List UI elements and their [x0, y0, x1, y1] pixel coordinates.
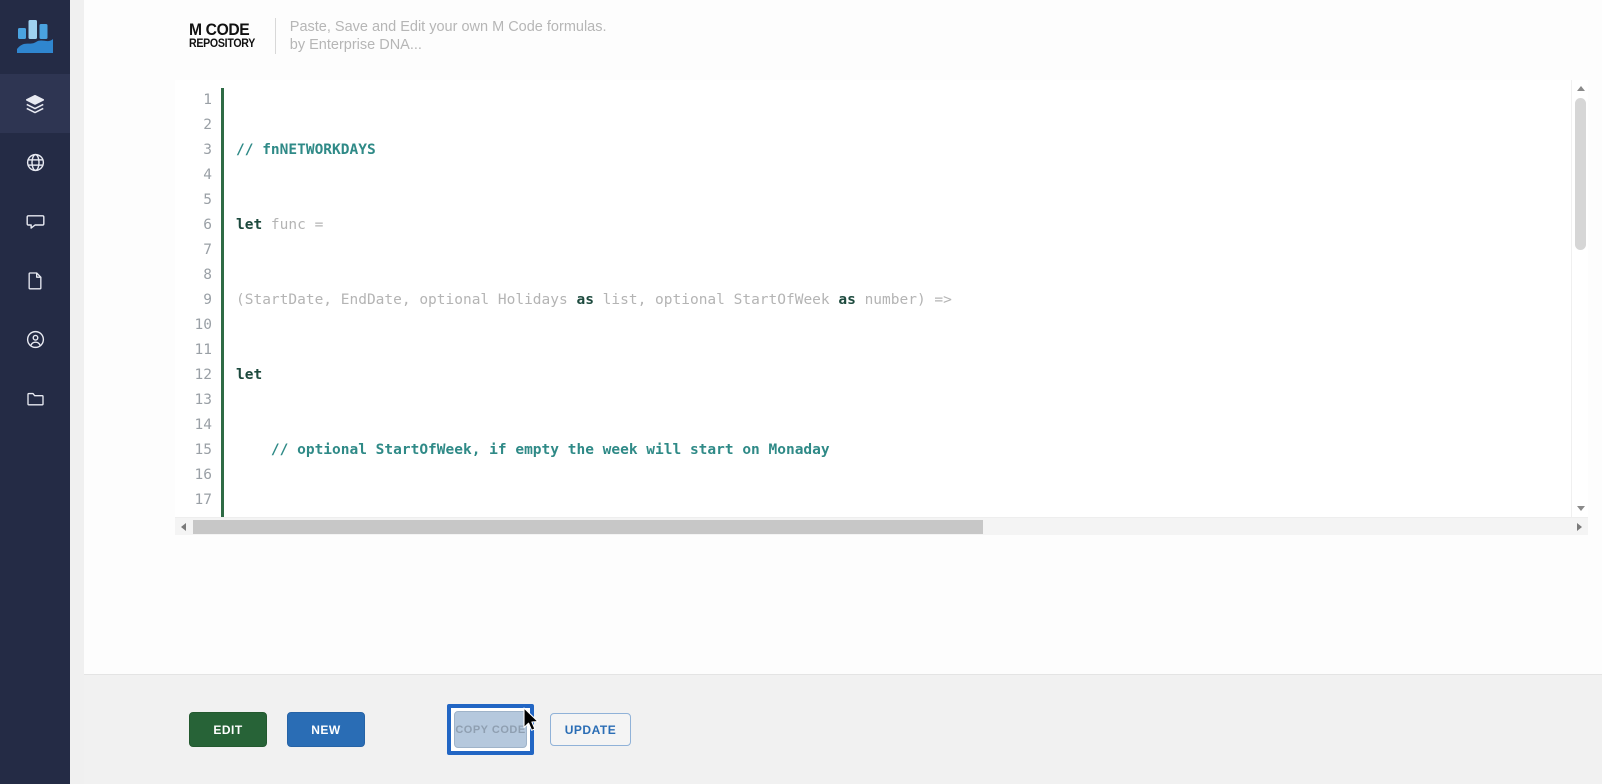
brand-subtitle: REPOSITORY [189, 38, 256, 51]
code-line: (StartDate, EndDate, optional Holidays a… [236, 292, 952, 308]
globe-icon [22, 150, 48, 176]
page-header: M CODE REPOSITORY Paste, Save and Edit y… [84, 0, 1602, 72]
line-number: 14 [194, 417, 212, 433]
brand-title: M CODE [189, 20, 250, 40]
main-region: M CODE REPOSITORY Paste, Save and Edit y… [70, 0, 1602, 784]
chat-bubble-icon [22, 209, 48, 235]
sidebar-nav [0, 0, 70, 784]
code-line: let [236, 367, 263, 383]
line-number: 10 [194, 317, 212, 333]
document-icon [22, 268, 48, 294]
enterprise-dna-logo-icon [17, 20, 53, 53]
sidebar-item-account[interactable] [0, 310, 70, 369]
code-editor-body: 1 2 3 4 5 6 7 8 9 10 11 12 13 14 15 16 1 [175, 80, 1588, 517]
line-number-gutter: 1 2 3 4 5 6 7 8 9 10 11 12 13 14 15 16 1 [175, 80, 221, 517]
app-root: M CODE REPOSITORY Paste, Save and Edit y… [0, 0, 1602, 784]
line-number: 5 [203, 192, 212, 208]
tagline-line-2: by Enterprise DNA... [289, 37, 422, 53]
line-number: 8 [203, 267, 212, 283]
code-token-comment: // optional StartOfWeek, if empty the we… [236, 442, 830, 458]
code-token-comment: // fnNETWORKDAYS [236, 142, 376, 158]
tagline-line-1: Paste, Save and Edit your own M Code for… [289, 19, 607, 35]
line-number: 2 [203, 117, 212, 133]
code-content[interactable]: // fnNETWORKDAYS let func = (StartDate, … [224, 80, 1588, 517]
horizontal-scroll-thumb[interactable] [193, 520, 983, 534]
new-button[interactable]: NEW [287, 712, 365, 747]
header-tagline: Paste, Save and Edit your own M Code for… [290, 18, 607, 54]
chevron-up-icon [1576, 86, 1585, 91]
scroll-left-arrow[interactable] [175, 518, 192, 535]
scroll-up-arrow[interactable] [1572, 80, 1588, 97]
line-number: 12 [194, 367, 212, 383]
code-editor[interactable]: 1 2 3 4 5 6 7 8 9 10 11 12 13 14 15 16 1 [175, 80, 1588, 535]
layers-icon [22, 91, 48, 117]
vertical-scrollbar[interactable] [1571, 80, 1588, 517]
sidebar-item-chat[interactable] [0, 192, 70, 251]
code-line: let func = [236, 217, 324, 233]
line-number: 1 [203, 92, 212, 108]
chevron-down-icon [1576, 506, 1585, 511]
chevron-left-icon [181, 523, 186, 531]
scroll-right-arrow[interactable] [1571, 518, 1588, 535]
line-number: 3 [203, 142, 212, 158]
line-number: 6 [203, 217, 212, 233]
code-line: // fnNETWORKDAYS [236, 138, 1588, 163]
code-line: // optional StartOfWeek, if empty the we… [236, 438, 1588, 463]
action-bar: EDIT NEW COPY CODE UPDATE [84, 674, 1602, 784]
line-number: 7 [203, 242, 212, 258]
user-circle-icon [22, 327, 48, 353]
edit-button[interactable]: EDIT [189, 712, 267, 747]
line-number: 15 [194, 442, 212, 458]
line-number: 11 [194, 342, 212, 358]
line-number: 9 [203, 292, 212, 308]
sidebar-item-documents[interactable] [0, 251, 70, 310]
line-number: 16 [194, 467, 212, 483]
brand-logo: M CODE REPOSITORY [189, 21, 275, 51]
chevron-right-icon [1577, 523, 1582, 531]
copy-code-button[interactable]: COPY CODE [454, 711, 527, 748]
horizontal-scrollbar[interactable] [175, 517, 1588, 535]
line-number: 17 [194, 492, 212, 508]
folder-icon [22, 386, 48, 412]
copy-code-focus-ring: COPY CODE [447, 704, 534, 755]
scroll-down-arrow[interactable] [1572, 500, 1588, 517]
line-number: 13 [194, 392, 212, 408]
vertical-scroll-thumb[interactable] [1575, 98, 1586, 250]
sidebar-item-folders[interactable] [0, 369, 70, 428]
sidebar-item-globe[interactable] [0, 133, 70, 192]
update-button[interactable]: UPDATE [550, 713, 631, 746]
line-number: 4 [203, 167, 212, 183]
app-logo[interactable] [0, 0, 70, 74]
sidebar-item-layers[interactable] [0, 74, 70, 133]
header-divider [274, 18, 276, 54]
